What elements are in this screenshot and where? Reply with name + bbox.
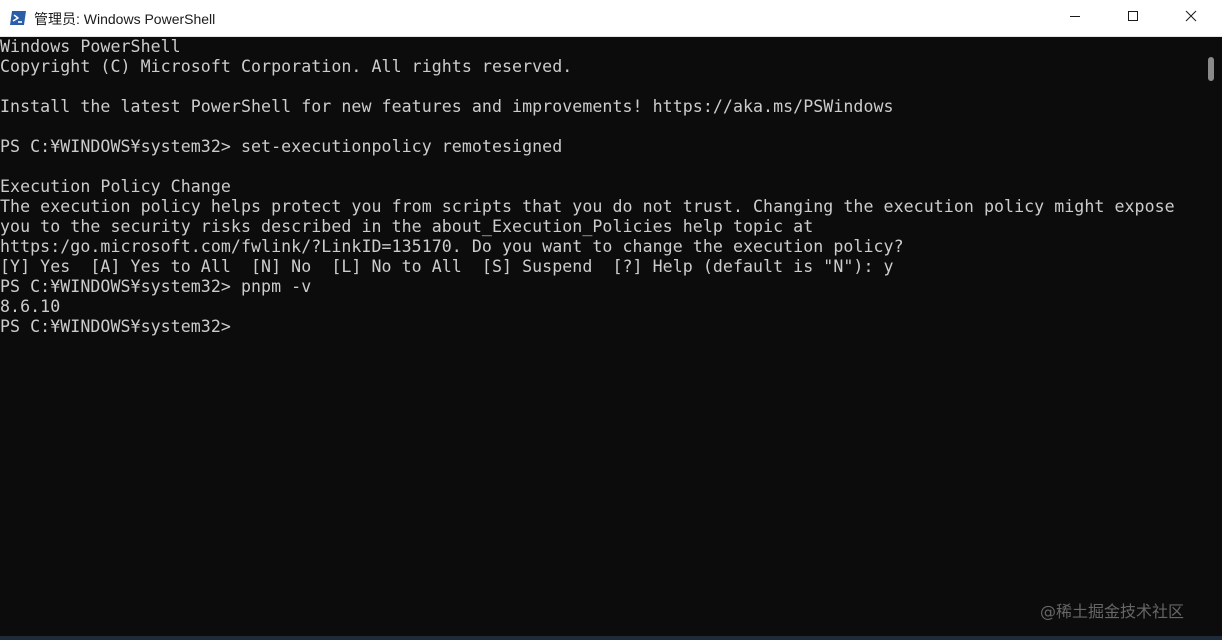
terminal-line: you to the security risks described in t… xyxy=(0,217,814,236)
terminal-line: Execution Policy Change xyxy=(0,177,231,196)
terminal-line: Install the latest PowerShell for new fe… xyxy=(0,97,894,116)
terminal-output[interactable]: Windows PowerShell Copyright (C) Microso… xyxy=(0,37,1200,640)
terminal-line: PS C:¥WINDOWS¥system32> pnpm -v xyxy=(0,277,312,296)
watermark: @稀土掘金技术社区 xyxy=(1040,602,1185,621)
terminal-prompt: PS C:¥WINDOWS¥system32> xyxy=(0,317,231,336)
terminal-line: The execution policy helps protect you f… xyxy=(0,197,1175,216)
window-title: 管理员: Windows PowerShell xyxy=(34,11,216,27)
powershell-window: 管理员: Windows PowerShell Windows PowerShe… xyxy=(0,0,1222,640)
vertical-scrollbar[interactable] xyxy=(1200,37,1222,640)
close-icon xyxy=(1185,9,1197,27)
maximize-button[interactable] xyxy=(1104,0,1162,36)
close-button[interactable] xyxy=(1162,0,1220,36)
terminal-line: https:/go.microsoft.com/fwlink/?LinkID=1… xyxy=(0,237,904,256)
minimize-icon xyxy=(1069,9,1081,27)
maximize-icon xyxy=(1127,9,1139,27)
terminal-line: [Y] Yes [A] Yes to All [N] No [L] No to … xyxy=(0,257,894,276)
terminal-line: 8.6.10 xyxy=(0,297,61,316)
terminal-line: Windows PowerShell xyxy=(0,37,181,56)
powershell-icon xyxy=(9,10,27,26)
terminal-line: Copyright (C) Microsoft Corporation. All… xyxy=(0,57,573,76)
scrollbar-thumb[interactable] xyxy=(1208,57,1214,81)
title-bar[interactable]: 管理员: Windows PowerShell xyxy=(0,0,1222,37)
minimize-button[interactable] xyxy=(1046,0,1104,36)
taskbar-edge xyxy=(0,636,1222,640)
terminal-line: PS C:¥WINDOWS¥system32> set-executionpol… xyxy=(0,137,563,156)
